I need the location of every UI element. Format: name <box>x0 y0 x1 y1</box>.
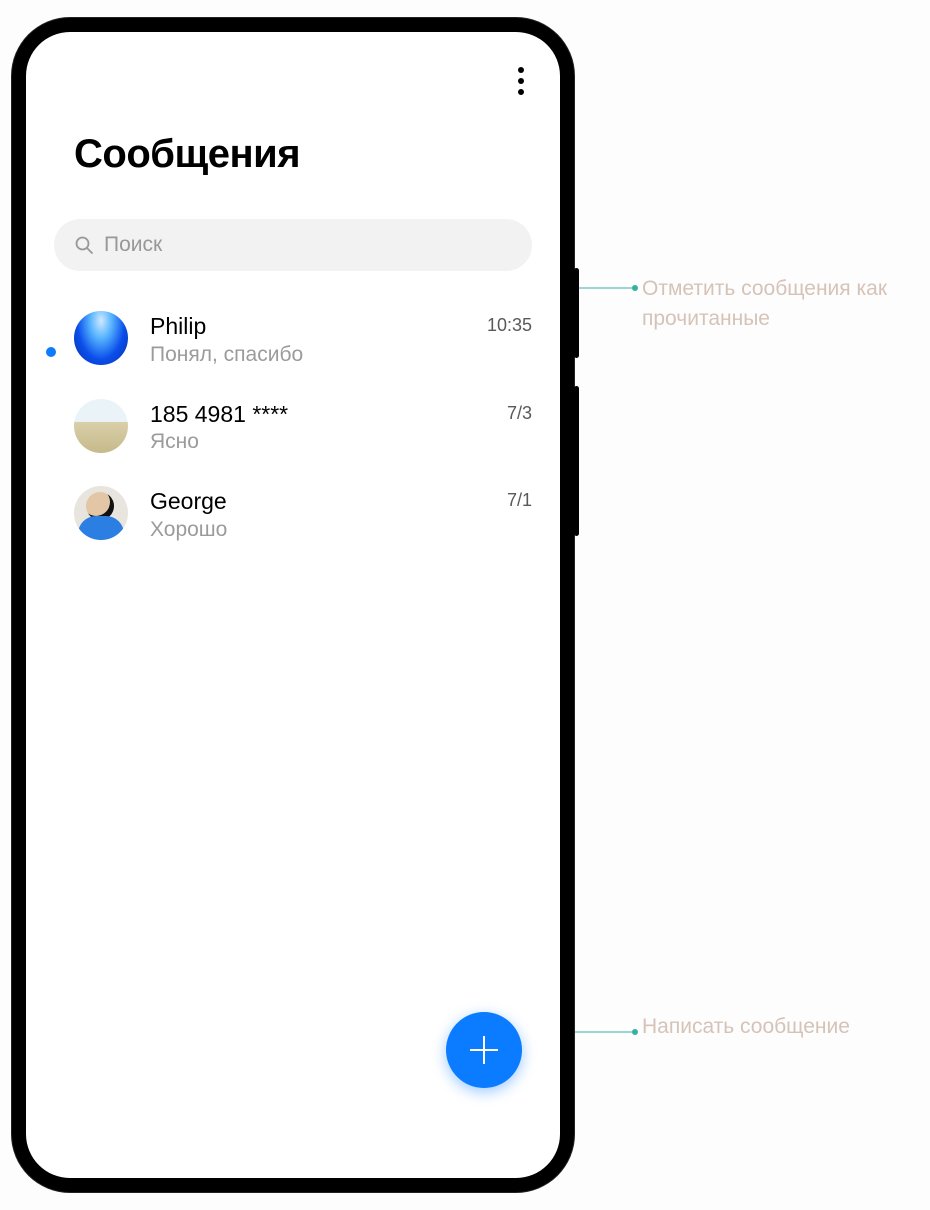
screen: Сообщения Поиск Philip Понял, спас <box>26 32 560 1178</box>
conversation-row[interactable]: George Хорошо 7/1 <box>26 470 560 558</box>
conversation-preview: Ясно <box>150 428 507 454</box>
unread-indicator <box>46 347 56 357</box>
conversation-row[interactable]: Philip Понял, спасибо 10:35 <box>26 295 560 383</box>
side-button-1 <box>574 268 579 358</box>
annotation-compose: Написать сообщение <box>642 1012 902 1042</box>
conversation-preview: Хорошо <box>150 516 507 542</box>
phone-frame: Сообщения Поиск Philip Понял, спас <box>12 18 574 1192</box>
page-title: Сообщения <box>26 98 560 177</box>
conversation-row[interactable]: 185 4981 **** Ясно 7/3 <box>26 383 560 471</box>
conversation-time: 7/1 <box>507 486 532 511</box>
search-icon <box>74 235 94 255</box>
search-input[interactable]: Поиск <box>54 219 532 271</box>
overflow-menu-button[interactable] <box>510 64 532 98</box>
conversation-preview: Понял, спасибо <box>150 341 487 367</box>
conversation-list: Philip Понял, спасибо 10:35 185 4981 ***… <box>26 271 560 558</box>
compose-button[interactable] <box>446 1012 522 1088</box>
avatar <box>74 486 128 540</box>
avatar <box>74 311 128 365</box>
search-placeholder: Поиск <box>104 233 162 257</box>
avatar <box>74 399 128 453</box>
conversation-name: Philip <box>150 311 487 341</box>
conversation-time: 7/3 <box>507 399 532 424</box>
side-button-2 <box>574 386 579 536</box>
conversation-name: George <box>150 486 507 516</box>
conversation-name: 185 4981 **** <box>150 399 507 429</box>
annotation-mark-read: Отметить сообщения как прочитанные <box>642 274 902 335</box>
conversation-time: 10:35 <box>487 311 532 336</box>
